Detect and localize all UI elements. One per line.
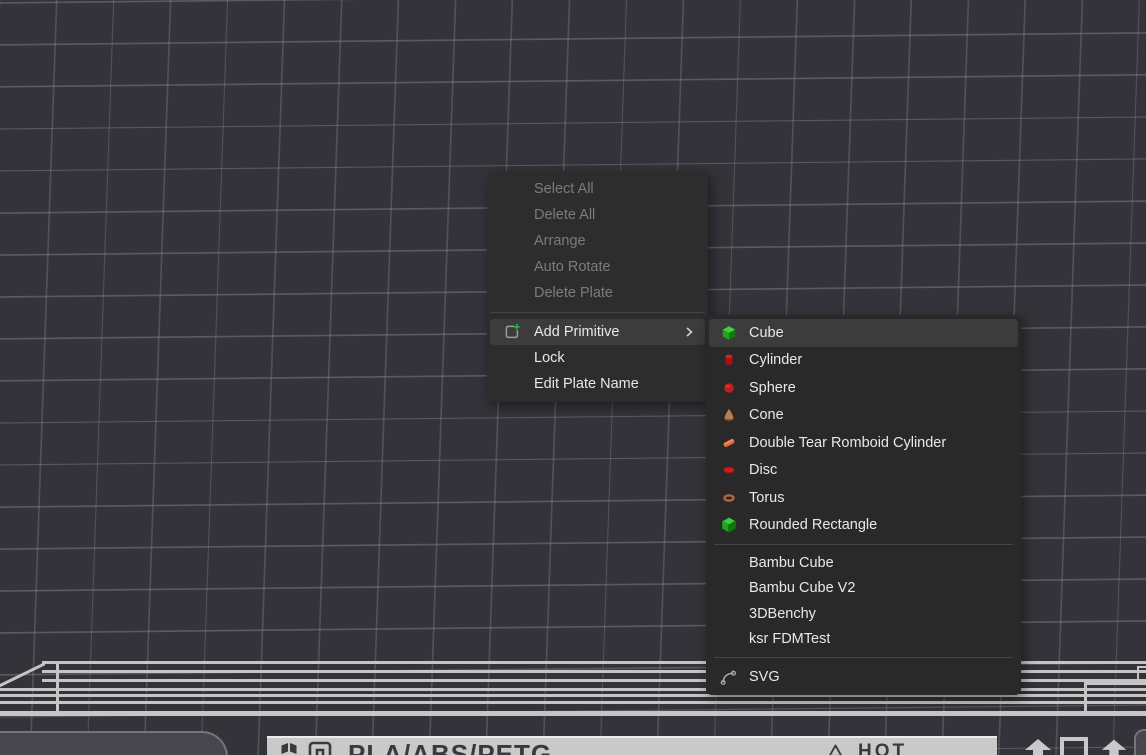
menu-item-auto-rotate[interactable]: Auto Rotate [490, 254, 705, 280]
plate-handle-right [1134, 729, 1146, 755]
double-tear-romboid-cylinder-icon [709, 435, 749, 451]
menu-item-select-all[interactable]: Select All [490, 176, 705, 202]
plate-arrow-up-icon [1022, 739, 1054, 755]
add-primitive-submenu: Cube Cylinder Sphere [706, 315, 1021, 695]
menu-item-lock[interactable]: Lock [490, 345, 705, 371]
plate-edge-line [0, 701, 1146, 704]
submenu-item-disc[interactable]: Disc [709, 457, 1018, 485]
submenu-chevron-icon [681, 324, 697, 340]
submenu-item-sphere[interactable]: Sphere [709, 374, 1018, 402]
plate-square-mark [1060, 737, 1088, 755]
submenu-item-torus[interactable]: Torus [709, 484, 1018, 512]
submenu-item-ksr-fdmtest[interactable]: ksr FDMTest [709, 627, 1018, 653]
hot-surface-warning-icon [825, 743, 846, 755]
plate-edge-bar [0, 711, 1146, 716]
menu-separator [490, 312, 705, 313]
disc-icon [709, 462, 749, 478]
menu-item-arrange[interactable]: Arrange [490, 228, 705, 254]
menu-item-add-primitive[interactable]: Add Primitive [490, 319, 705, 345]
submenu-item-svg[interactable]: SVG [709, 663, 1018, 691]
plate-corner-notch [1137, 666, 1146, 682]
submenu-item-3dbenchy[interactable]: 3DBenchy [709, 601, 1018, 627]
plate-corner-line [1084, 682, 1146, 685]
submenu-item-bambu-cube[interactable]: Bambu Cube [709, 550, 1018, 576]
3d-viewport[interactable]: PLA/ABS/PETG HOT Select All Delete All A… [0, 0, 1146, 755]
printer-logo-icon [308, 741, 332, 755]
menu-item-edit-plate-name[interactable]: Edit Plate Name [490, 371, 705, 397]
cylinder-icon [709, 352, 749, 368]
submenu-item-cone[interactable]: Cone [709, 402, 1018, 430]
submenu-item-cylinder[interactable]: Cylinder [709, 347, 1018, 375]
submenu-item-bambu-cube-v2[interactable]: Bambu Cube V2 [709, 576, 1018, 602]
menu-item-delete-plate[interactable]: Delete Plate [490, 280, 705, 306]
torus-icon [709, 490, 749, 506]
bezier-curve-icon [709, 668, 749, 687]
menu-separator [714, 657, 1013, 658]
plate-material-label: PLA/ABS/PETG [348, 741, 552, 755]
submenu-item-cube[interactable]: Cube [709, 319, 1018, 347]
plate-corner-line [1084, 682, 1087, 712]
plate-edge-tick [56, 663, 59, 711]
plate-label-strip: PLA/ABS/PETG HOT [267, 736, 997, 755]
plate-context-menu: Select All Delete All Arrange Auto Rotat… [487, 171, 708, 402]
rounded-rectangle-icon [709, 517, 749, 533]
submenu-item-rounded-rectangle[interactable]: Rounded Rectangle [709, 512, 1018, 540]
hot-warning: HOT [825, 740, 907, 755]
plate-arrow-up-icon [1099, 739, 1129, 755]
sphere-icon [709, 380, 749, 396]
menu-separator [714, 544, 1013, 545]
menu-item-delete-all[interactable]: Delete All [490, 202, 705, 228]
cube-icon [709, 325, 749, 341]
hot-label: HOT [858, 742, 907, 755]
bambu-logo-icon [279, 741, 299, 755]
cone-icon [709, 407, 749, 423]
submenu-item-double-tear-romboid-cylinder[interactable]: Double Tear Romboid Cylinder [709, 429, 1018, 457]
plate-handle-left [0, 731, 228, 755]
add-primitive-icon [490, 323, 534, 341]
